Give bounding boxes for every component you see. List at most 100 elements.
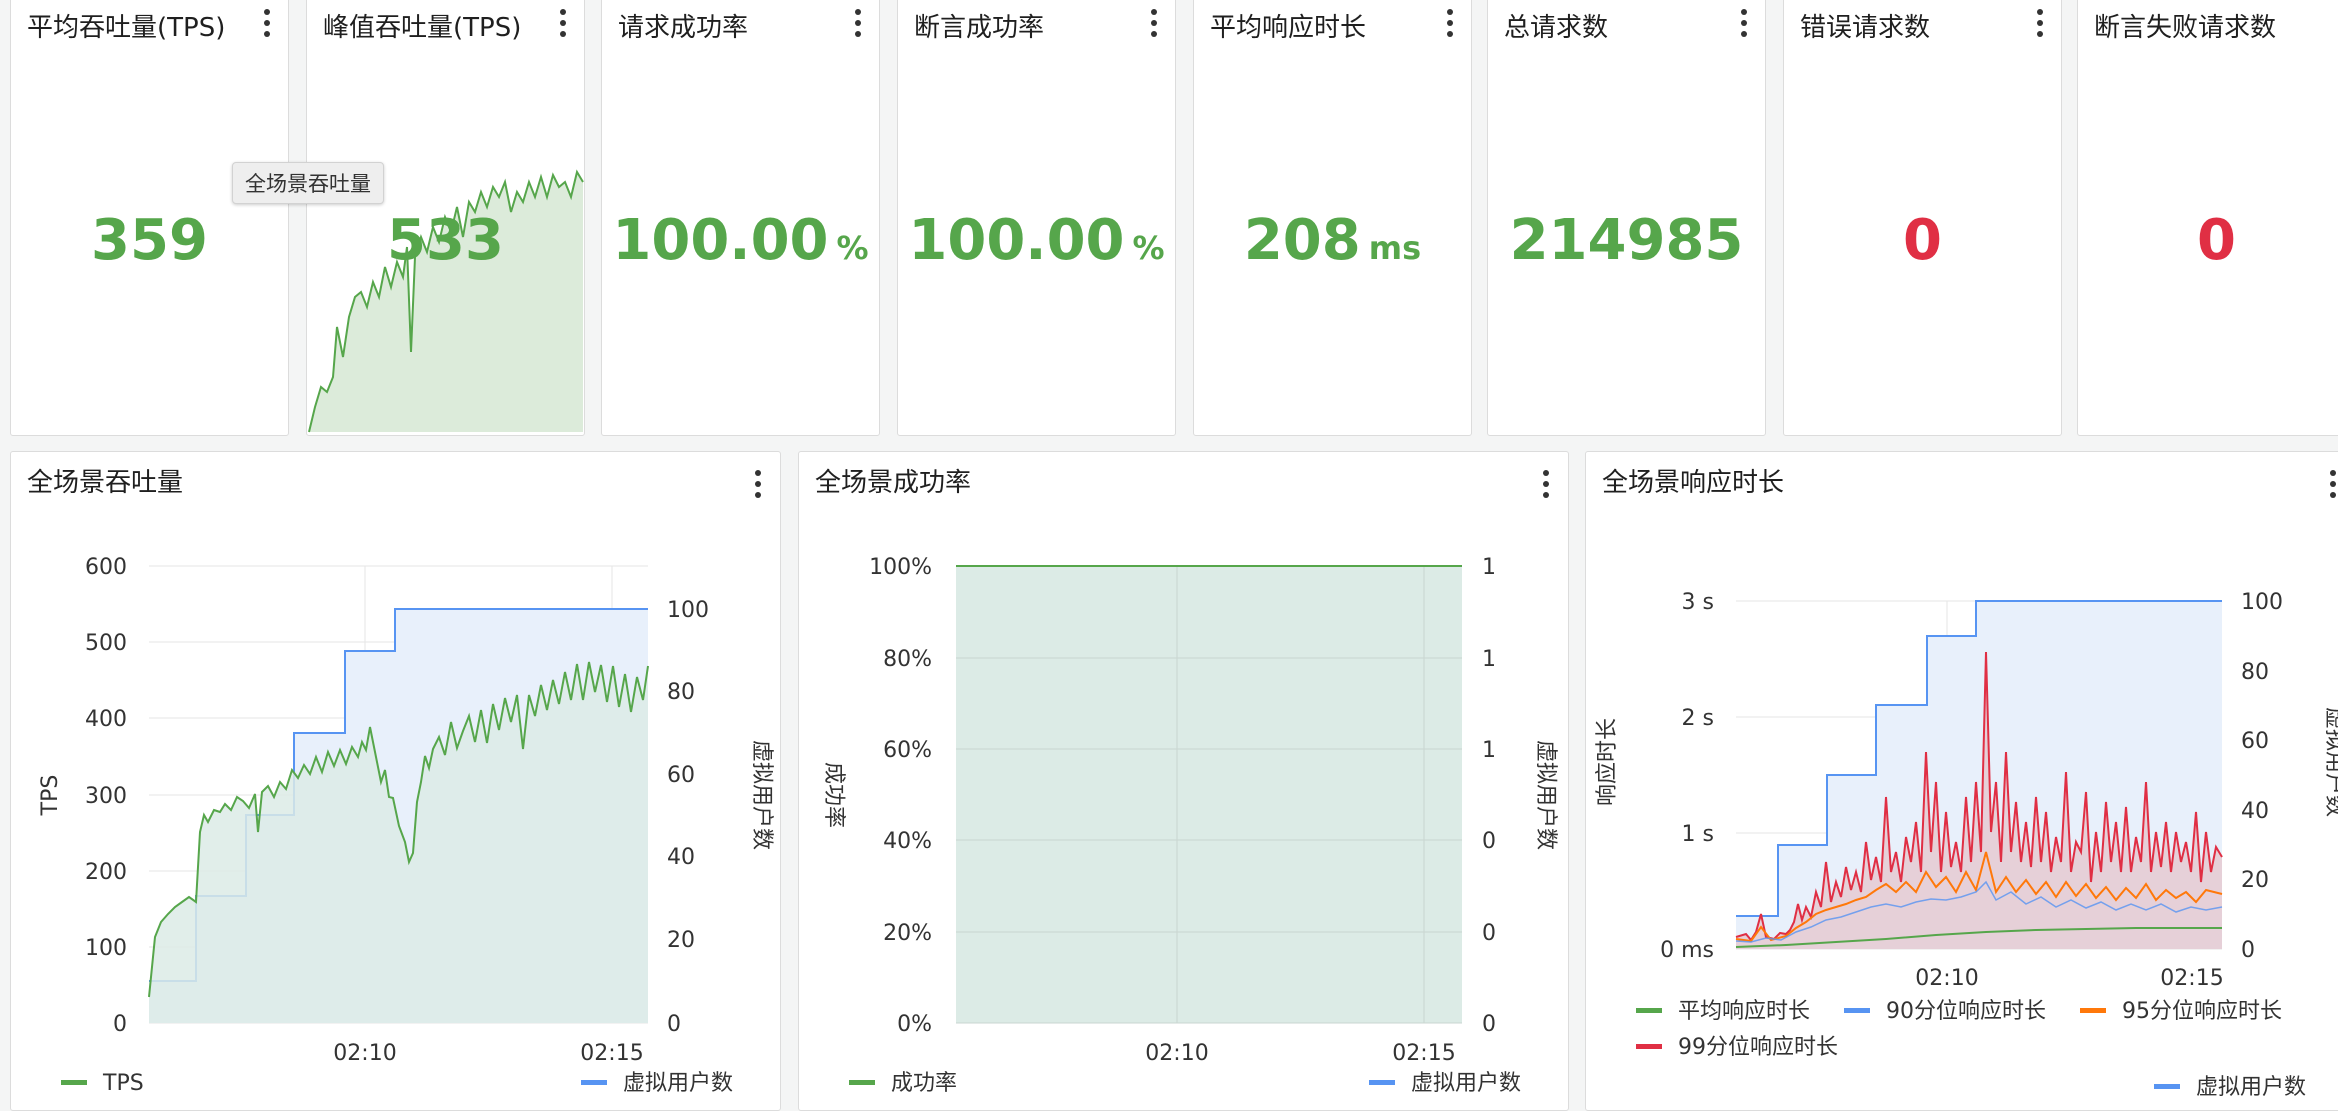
y2-tick-label: 40 [667,845,695,870]
legend-swatch-avg [1636,1008,1662,1013]
y-tick-label: 3 s [1682,590,1714,615]
y-tick-label: 1 s [1682,822,1714,847]
stat-value: 0 [2197,208,2236,273]
legend-label: 虚拟用户数 [623,1071,733,1096]
y-tick-label: 100 [85,936,127,961]
x-tick-label: 02:15 [1392,1041,1455,1066]
y-tick-label: 400 [85,707,127,732]
stat-panel-assert-success: 断言成功率 100.00% [897,0,1176,436]
y-axis-right: 0 20 40 60 80 100 [2241,590,2283,963]
y-tick-label: 500 [85,631,127,656]
legend-swatch-p90 [1844,1008,1870,1013]
x-tick-label: 02:10 [333,1041,396,1066]
y2-tick-label: 0 [1482,921,1496,946]
panel-title: 断言成功率 [914,13,1045,43]
stat-panel-avg-tps: 平均吞吐量(TPS) 359 [10,0,289,436]
y2-tick-label: 60 [2241,729,2269,754]
stat-value: 100.00% [612,208,869,273]
panel-title: 平均吞吐量(TPS) [27,13,226,43]
legend-label: 虚拟用户数 [2196,1075,2306,1100]
y2-tick-label: 100 [667,598,709,623]
panel-title: 断言失败请求数 [2094,13,2277,43]
more-options-icon[interactable] [852,9,864,43]
y-tick-label: 80% [883,647,932,672]
legend-label: 99分位响应时长 [1678,1035,1838,1060]
stat-value: 208 ms [1243,208,1422,273]
stat-value: 100.00% [908,208,1165,273]
stat-value: 0 [1903,208,1942,273]
y-axis-title: 成功率 [821,762,846,828]
legend: 成功率 虚拟用户数 [849,1071,1521,1096]
y2-tick-label: 80 [2241,660,2269,685]
y-axis-left: 0% 20% 40% 60% 80% 100% [869,555,932,1037]
stat-panel-total-requests: 总请求数 214985 [1487,0,1766,436]
y-tick-label: 0 [113,1012,127,1037]
y-tick-label: 2 s [1682,706,1714,731]
stat-panel-request-success: 请求成功率 100.00% [601,0,880,436]
y-tick-label: 600 [85,555,127,580]
panel-title: 峰值吞吐量(TPS) [323,13,522,43]
y-axis-title: TPS [38,775,63,817]
legend-swatch-success [849,1080,875,1085]
legend-label: 虚拟用户数 [1411,1071,1521,1096]
x-tick-label: 02:10 [1915,966,1978,991]
throughput-chart: 0 100 200 300 400 500 600 0 20 40 60 80 … [38,555,774,1096]
legend-swatch-tps [61,1080,87,1085]
x-tick-label: 02:10 [1145,1041,1208,1066]
y2-tick-label: 1 [1482,738,1496,763]
stat-panel-avg-response: 平均响应时长 208 ms [1193,0,1472,436]
x-tick-label: 02:15 [580,1041,643,1066]
y-axis-right: 0 20 40 60 80 100 [667,598,709,1037]
y2-tick-label: 20 [2241,868,2269,893]
y2-tick-label: 60 [667,763,695,788]
response-time-chart: 0 ms 1 s 2 s 3 s 0 20 40 60 80 100 响应时长 … [1595,590,2338,1100]
chart-panel-response-time: 全场景响应时长 0 ms 1 s 2 s 3 s 0 20 40 60 80 1… [1585,451,2338,1111]
x-axis: 02:10 02:15 [333,1041,643,1066]
more-options-icon[interactable] [557,9,569,43]
y2-axis-title: 虚拟用户数 [1533,740,1558,850]
stat-panel-error-requests: 错误请求数 0 [1783,0,2062,436]
legend-label: 95分位响应时长 [2122,999,2282,1024]
legend-swatch-p99 [1636,1044,1662,1049]
y-tick-label: 0% [897,1012,932,1037]
panel-title: 错误请求数 [1800,13,1931,43]
y-tick-label: 300 [85,784,127,809]
legend-label: 90分位响应时长 [1886,999,2046,1024]
panel-title: 总请求数 [1504,13,1609,43]
more-options-icon[interactable] [261,9,273,43]
legend-label: TPS [102,1071,144,1096]
more-options-icon[interactable] [1148,9,1160,43]
y2-tick-label: 0 [1482,829,1496,854]
y-tick-label: 20% [883,921,932,946]
y-tick-label: 0 ms [1660,938,1714,963]
y-tick-label: 100% [869,555,932,580]
y2-tick-label: 40 [2241,799,2269,824]
success-rate-chart: 0% 20% 40% 60% 80% 100% 0 0 0 1 1 1 成功率 … [821,555,1558,1096]
success-area [956,566,1462,1023]
y-axis-left: 0 ms 1 s 2 s 3 s [1660,590,1714,963]
panel-title: 请求成功率 [618,13,749,43]
y2-tick-label: 1 [1482,647,1496,672]
y2-tick-label: 0 [667,1012,681,1037]
stat-value: 359 [91,208,208,273]
legend-swatch-vu [581,1080,607,1085]
y2-tick-label: 0 [2241,938,2255,963]
stat-value: 533 [387,208,504,273]
y2-tick-label: 100 [2241,590,2283,615]
legend: 平均响应时长 90分位响应时长 95分位响应时长 99分位响应时长 虚拟用户数 [1636,999,2306,1100]
more-options-icon[interactable] [1738,9,1750,43]
legend-swatch-vu [2154,1084,2180,1089]
stat-panel-assert-failed: 断言失败请求数 0 [2077,0,2338,436]
legend: TPS 虚拟用户数 [61,1071,733,1096]
y2-tick-label: 0 [1482,1012,1496,1037]
y2-tick-label: 1 [1482,555,1496,580]
x-axis: 02:10 02:15 [1915,966,2223,991]
x-tick-label: 02:15 [2160,966,2223,991]
sparkline-tooltip: 全场景吞吐量 [232,162,384,204]
more-options-icon[interactable] [1444,9,1456,43]
more-options-icon[interactable] [2034,9,2046,43]
y2-tick-label: 20 [667,928,695,953]
legend-label: 平均响应时长 [1678,999,1810,1024]
y-tick-label: 200 [85,860,127,885]
y-tick-label: 60% [883,738,932,763]
